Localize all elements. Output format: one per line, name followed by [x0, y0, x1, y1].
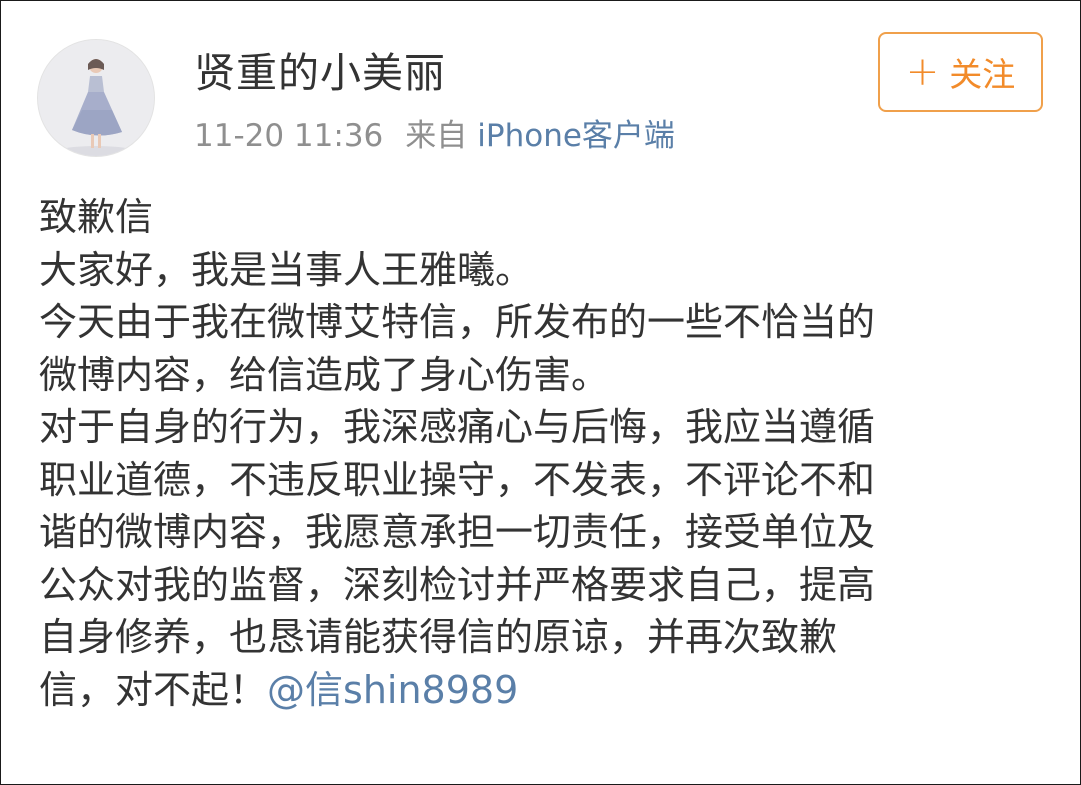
- from-label: 来自: [405, 118, 468, 154]
- post-line: 职业道德，不违反职业操守，不发表，不评论不和: [39, 457, 876, 502]
- post-line: 致歉信: [39, 195, 154, 239]
- post-line: 公众对我的监督，深刻检讨并严格要求自己，提高: [39, 562, 876, 607]
- post-line: 谐的微博内容，我愿意承担一切责任，接受单位及: [39, 510, 876, 554]
- mention-link[interactable]: @信shin8989: [267, 668, 518, 712]
- post-line: 对于自身的行为，我深感痛心与后悔，我应当遵循: [39, 405, 876, 449]
- post-line: 微博内容，给信造成了身心伤害。: [39, 352, 610, 397]
- follow-button[interactable]: + 关注: [878, 32, 1043, 112]
- post-last-line: 信，对不起！@信shin8989: [39, 664, 1049, 717]
- post-line: 今天由于我在微博艾特信，所发布的一些不恰当的: [39, 300, 876, 344]
- weibo-post-card: 贤重的小美丽 11-20 11:36 来自 iPhone客户端 + 关注 致歉信 大…: [0, 0, 1081, 785]
- post-content: 致歉信 大家好，我是当事人王雅曦。 今天由于我在微博艾特信，所发布的一些不恰当的…: [39, 191, 1049, 716]
- post-time: 11-20 11:36: [194, 118, 384, 154]
- post-source[interactable]: iPhone客户端: [477, 118, 675, 154]
- follow-label: 关注: [949, 55, 1016, 94]
- username[interactable]: 贤重的小美丽: [194, 45, 446, 101]
- post-meta: 11-20 11:36 来自 iPhone客户端: [194, 114, 675, 158]
- post-line-text: 信，对不起！: [39, 667, 268, 712]
- avatar-photo-icon: [38, 40, 154, 156]
- post-line: 自身修养，也恳请能获得信的原谅，并再次致歉: [39, 615, 838, 659]
- post-line: 大家好，我是当事人王雅曦。: [39, 247, 534, 292]
- plus-icon: +: [905, 49, 940, 95]
- avatar[interactable]: [37, 39, 155, 157]
